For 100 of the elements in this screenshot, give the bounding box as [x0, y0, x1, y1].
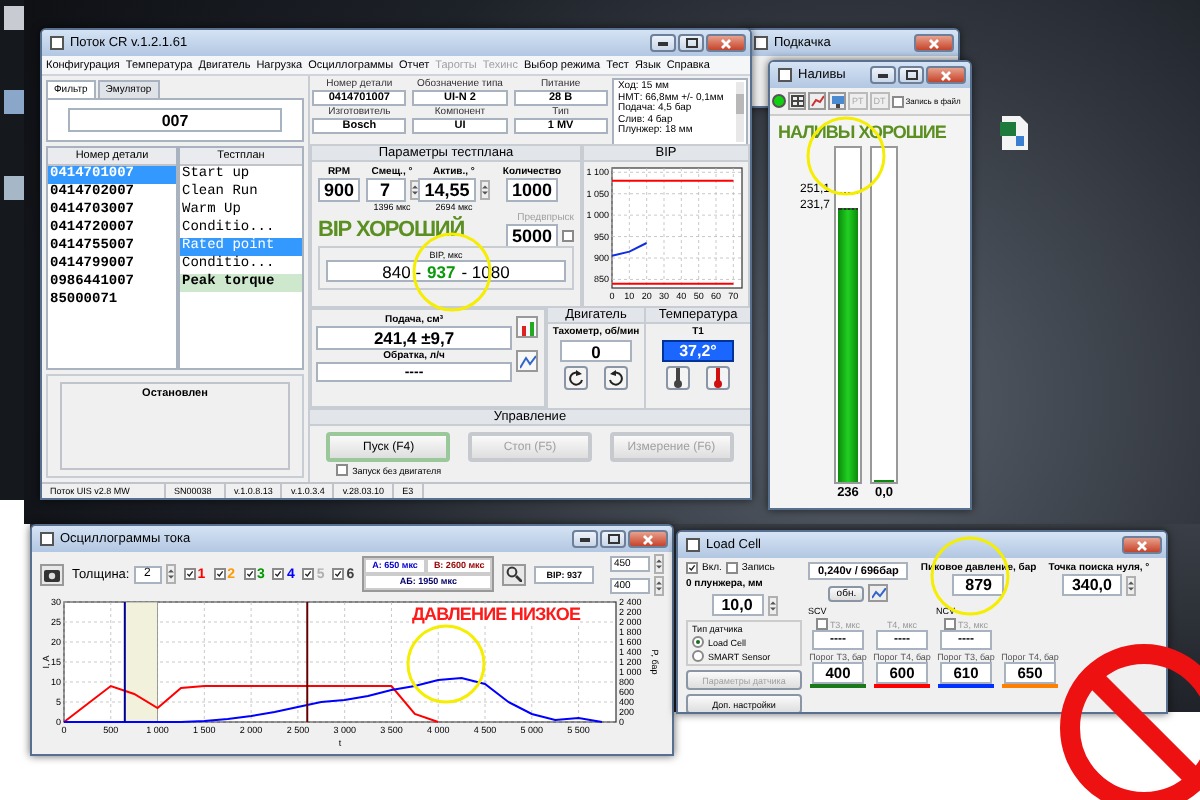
minimize-icon [580, 536, 590, 542]
minimize-icon [878, 72, 888, 78]
radio-button[interactable] [692, 650, 704, 662]
minimize-button[interactable] [572, 530, 598, 548]
close-button[interactable] [914, 34, 954, 52]
data-line [611, 282, 735, 285]
graph-button[interactable] [868, 584, 889, 602]
checkbox[interactable] [891, 95, 904, 107]
spin-arrows-icon [656, 555, 662, 571]
data-line [611, 179, 735, 182]
param-field[interactable]: 7 [365, 178, 405, 202]
checkbox[interactable] [336, 464, 349, 476]
thermometer-button[interactable] [706, 366, 730, 390]
camera-button[interactable] [40, 563, 64, 585]
delivery-field: 241,4 ±9,7 [316, 326, 512, 350]
marker-line [838, 208, 858, 211]
app-icon [778, 68, 792, 82]
check-icon [215, 568, 224, 580]
monitor-icon [830, 94, 844, 108]
bar-chart-icon [519, 319, 535, 335]
peak-field: 879 [952, 574, 1005, 596]
checkbox[interactable] [562, 229, 574, 241]
rotate-left-button[interactable] [564, 366, 588, 390]
spin-button[interactable] [654, 553, 664, 573]
checkbox[interactable] [686, 562, 698, 574]
tachometer-field: 0 [560, 340, 632, 362]
spin-button[interactable] [165, 564, 176, 584]
checkbox[interactable] [725, 562, 738, 574]
minimize-icon [658, 40, 668, 46]
rotate-right-button[interactable] [604, 366, 628, 390]
filter-field[interactable]: 007 [68, 108, 282, 132]
check-icon [334, 568, 343, 580]
close-button[interactable] [926, 66, 966, 84]
checkbox[interactable] [272, 568, 285, 580]
grid-icon [790, 94, 804, 108]
thermometer-icon [712, 368, 724, 388]
check-icon [274, 568, 283, 580]
plunger-field[interactable]: 10,0 [711, 594, 763, 616]
spin-button[interactable] [479, 180, 490, 200]
checkbox[interactable] [213, 568, 226, 580]
spin-arrows-icon [481, 182, 488, 198]
spin-arrows-icon [1127, 577, 1134, 593]
close-icon [940, 69, 952, 81]
thermometer-button[interactable] [666, 366, 690, 390]
close-button[interactable] [628, 530, 668, 548]
camera-icon [44, 567, 60, 581]
cursor-line [123, 601, 126, 723]
bip-value: 937 [427, 261, 456, 281]
close-icon [1136, 539, 1148, 551]
param-field[interactable]: 900 [317, 178, 361, 202]
data-line [611, 242, 648, 257]
cursor-line [306, 601, 309, 723]
spin-arrows-icon [411, 182, 417, 198]
close-button[interactable] [706, 34, 746, 52]
param-field[interactable]: 14,55 [418, 178, 476, 202]
maximize-button[interactable] [898, 66, 924, 84]
close-icon [928, 37, 940, 49]
checkbox[interactable] [943, 618, 956, 630]
zoom-button[interactable] [502, 563, 527, 585]
checkbox[interactable] [243, 568, 256, 580]
checkbox[interactable] [183, 568, 196, 580]
close-icon [642, 533, 654, 545]
annotation-text: ВІР ХОРОШИЙ [318, 217, 465, 241]
check-icon [185, 568, 194, 580]
maximize-button[interactable] [600, 530, 626, 548]
grid-button[interactable] [788, 92, 806, 110]
checkbox[interactable] [815, 618, 828, 630]
spin-button[interactable] [654, 575, 664, 595]
app-icon [686, 538, 700, 552]
highlight-band [124, 601, 158, 723]
bip-min: 840 - [382, 261, 422, 281]
check-icon [304, 568, 313, 580]
line-graph-icon [871, 587, 886, 599]
check-icon [688, 562, 696, 574]
spin-arrows-icon [656, 577, 662, 593]
app-icon [754, 36, 768, 50]
app-icon [50, 36, 64, 50]
bar-chart-button[interactable] [516, 316, 538, 338]
minimize-button[interactable] [650, 34, 676, 52]
param-field[interactable]: 1000 [505, 178, 559, 202]
radio-button[interactable] [692, 636, 704, 648]
file-icon[interactable] [1000, 116, 1028, 150]
chart-icon [810, 94, 824, 108]
highlight-circle [406, 624, 486, 704]
minimize-button[interactable] [870, 66, 896, 84]
annotation-text: ДАВЛЕНИЕ НИЗКОЕ [412, 604, 581, 624]
graph-button[interactable] [516, 350, 538, 372]
chart-button[interactable] [808, 92, 826, 110]
spin-button[interactable] [767, 595, 777, 615]
checkbox[interactable] [332, 568, 345, 580]
check-icon [245, 568, 254, 580]
close-button[interactable] [1122, 536, 1162, 554]
monitor-button[interactable] [828, 92, 846, 110]
zero-point-field[interactable]: 340,0 [1061, 574, 1122, 596]
search-icon [506, 566, 523, 582]
maximize-button[interactable] [678, 34, 704, 52]
spin-button[interactable] [1125, 575, 1136, 595]
checkbox[interactable] [302, 568, 315, 580]
line-graph-icon [519, 353, 535, 369]
param-field[interactable]: 5000 [505, 223, 558, 247]
